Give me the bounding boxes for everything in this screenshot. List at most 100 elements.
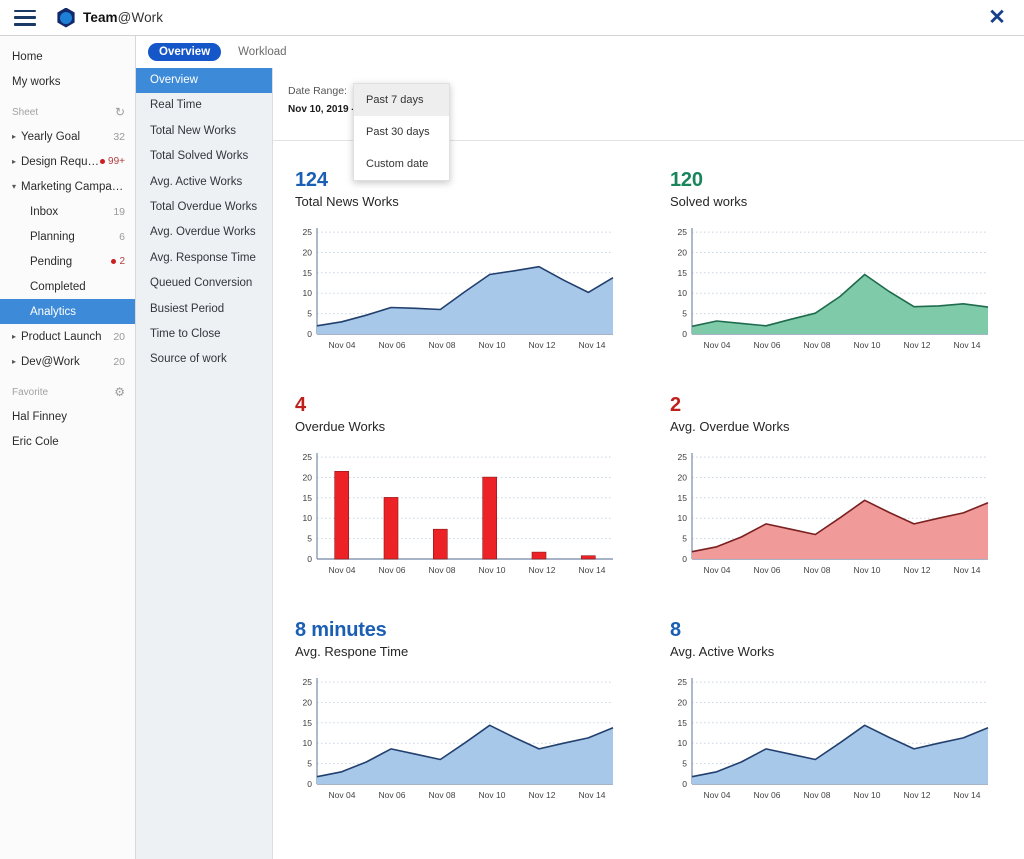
sidebar-section-sheet: Sheet ↻ [0,100,135,124]
chart-x-axis-labels: Nov 04Nov 06Nov 08Nov 10Nov 12Nov 14 [692,340,992,350]
title-bar: Team@Work ✕ [0,0,1024,36]
sidebar-section-sheet-label: Sheet [12,107,115,118]
x-tick-label: Nov 06 [742,340,792,350]
svg-text:25: 25 [678,227,688,237]
sidebar-favorite-hal-finney[interactable]: Hal Finney [0,404,135,429]
metric-nav-avg-active-works[interactable]: Avg. Active Works [136,170,272,195]
dropdown-item-custom-date[interactable]: Custom date [354,148,449,180]
x-tick-label: Nov 14 [942,340,992,350]
svg-text:0: 0 [682,329,687,339]
date-range-control[interactable]: Date Range: Nov 10, 2019 - [288,85,355,115]
sidebar-item-inbox[interactable]: Inbox19 [0,199,135,224]
metric-nav-time-to-close[interactable]: Time to Close [136,322,272,347]
x-tick-label: Nov 04 [317,565,367,575]
metric-kpi-value: 8 minutes [295,619,630,641]
sidebar-sheet-dev-work[interactable]: ▸Dev@Work20 [0,349,135,374]
svg-text:15: 15 [678,493,688,503]
sidebar-item-my-works[interactable]: My works [0,69,135,94]
svg-text:15: 15 [303,718,313,728]
x-tick-label: Nov 12 [892,565,942,575]
svg-text:20: 20 [303,698,313,708]
metric-chart: 0510152025Nov 04Nov 06Nov 08Nov 10Nov 12… [670,449,992,579]
gear-icon[interactable]: ⚙ [114,385,125,399]
metric-nav-real-time[interactable]: Real Time [136,93,272,118]
sidebar-item-label: Home [12,51,125,63]
dropdown-item-past-7-days[interactable]: Past 7 days [354,84,449,116]
svg-text:5: 5 [307,309,312,319]
x-tick-label: Nov 14 [942,790,992,800]
chart-x-axis-labels: Nov 04Nov 06Nov 08Nov 10Nov 12Nov 14 [317,340,617,350]
x-tick-label: Nov 10 [842,565,892,575]
refresh-icon[interactable]: ↻ [115,105,125,119]
metric-nav-queued-conversion[interactable]: Queued Conversion [136,271,272,296]
svg-text:20: 20 [303,473,313,483]
svg-text:25: 25 [678,677,688,687]
metric-nav-avg-overdue-works[interactable]: Avg. Overdue Works [136,220,272,245]
unread-dot-icon [100,159,105,164]
x-tick-label: Nov 10 [467,565,517,575]
metric-nav-busiest-period[interactable]: Busiest Period [136,297,272,322]
sidebar-item-home[interactable]: Home [0,44,135,69]
sidebar-item-pending[interactable]: Pending2 [0,249,135,274]
x-tick-label: Nov 06 [367,790,417,800]
sidebar-sheet-count: 20 [113,356,125,368]
close-icon[interactable]: ✕ [986,7,1008,29]
svg-text:15: 15 [303,268,313,278]
metric-nav-total-solved-works[interactable]: Total Solved Works [136,144,272,169]
main-content: Date Range: Nov 10, 2019 - Past 7 daysPa… [273,68,1024,859]
svg-text:0: 0 [307,779,312,789]
sidebar-item-count: 19 [113,206,125,218]
sidebar-sheets-group: ▸Yearly Goal32▸Design Reque...99+▾Market… [0,124,135,199]
sidebar-item-analytics[interactable]: Analytics [0,299,135,324]
sidebar-favorites-group: Hal Finney Eric Cole [0,404,135,454]
sidebar-favorite-label: Eric Cole [12,436,125,448]
sidebar-sheet-design-reque-[interactable]: ▸Design Reque... 99+ [0,149,135,174]
tab-workload[interactable]: Workload [227,43,297,61]
metric-chart: 0510152025Nov 04Nov 06Nov 08Nov 10Nov 12… [295,674,617,804]
brand-rest: @Work [118,10,163,25]
x-tick-label: Nov 04 [692,340,742,350]
metric-nav-overview[interactable]: Overview [136,68,272,93]
sidebar-sheet-product-launch[interactable]: ▸Product Launch20 [0,324,135,349]
svg-text:20: 20 [303,248,313,258]
chevron-icon[interactable]: ▸ [12,157,21,166]
tab-overview[interactable]: Overview [148,43,221,61]
x-tick-label: Nov 12 [892,340,942,350]
teamwork-logo-icon [56,8,76,28]
x-tick-label: Nov 04 [317,790,367,800]
sidebar-sheet-count: 99+ [108,156,125,167]
chart-x-axis-labels: Nov 04Nov 06Nov 08Nov 10Nov 12Nov 14 [317,565,617,575]
dropdown-item-past-30-days[interactable]: Past 30 days [354,116,449,148]
sidebar-sheet-yearly-goal[interactable]: ▸Yearly Goal32 [0,124,135,149]
metric-nav-total-new-works[interactable]: Total New Works [136,119,272,144]
chevron-icon[interactable]: ▸ [12,332,21,341]
sidebar-item-planning[interactable]: Planning 6 [0,224,135,249]
sidebar-marketing-children: Inbox19 Planning 6 Pending2Completed Analyti… [0,199,135,324]
sidebar-item-count: 6 [119,231,125,243]
svg-text:10: 10 [303,738,313,748]
hamburger-icon[interactable] [14,10,36,26]
metric-chart: 0510152025Nov 04Nov 06Nov 08Nov 10Nov 12… [295,224,617,354]
sidebar-sheet-marketing-campaign[interactable]: ▾Marketing Campaign [0,174,135,199]
chevron-icon[interactable]: ▸ [12,357,21,366]
date-range-dropdown-menu[interactable]: Past 7 daysPast 30 daysCustom date [353,83,450,181]
chevron-icon[interactable]: ▾ [12,182,21,191]
sidebar-item-label: Planning [30,231,115,243]
sidebar-item-completed[interactable]: Completed [0,274,135,299]
sidebar-sheet-label: Design Reque... [21,156,100,168]
metric-nav-source-of-work[interactable]: Source of work [136,347,272,372]
chevron-icon[interactable]: ▸ [12,132,21,141]
x-tick-label: Nov 06 [742,790,792,800]
x-tick-label: Nov 04 [692,790,742,800]
metric-card-title: Avg. Active Works [670,644,1006,660]
sidebar-item-label: Analytics [30,306,125,318]
x-tick-label: Nov 06 [742,565,792,575]
date-range-value: Nov 10, 2019 - [288,104,355,115]
metric-card: 2Avg. Overdue Works0510152025Nov 04Nov 0… [648,381,1024,606]
metric-nav-avg-response-time[interactable]: Avg. Response Time [136,246,272,271]
sidebar-favorite-eric-cole[interactable]: Eric Cole [0,429,135,454]
svg-text:25: 25 [678,452,688,462]
metric-nav-total-overdue-works[interactable]: Total Overdue Works [136,195,272,220]
tab-bar: Overview Workload [136,36,1024,68]
svg-text:5: 5 [682,534,687,544]
